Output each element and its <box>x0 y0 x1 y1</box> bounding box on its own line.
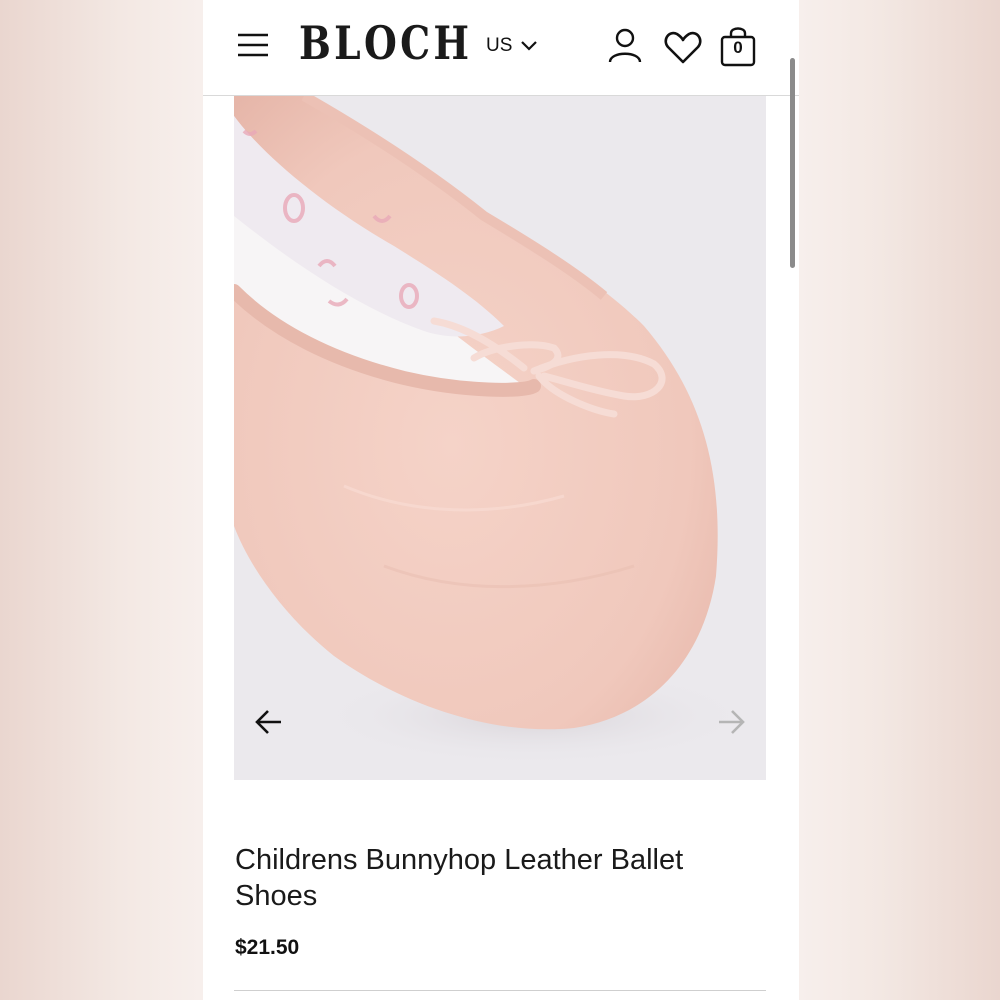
region-label: US <box>486 35 513 56</box>
ballet-shoe-image <box>234 96 754 766</box>
site-header: BLOCH US 0 <box>203 0 799 96</box>
product-title: Childrens Bunnyhop Leather Ballet Shoes <box>235 844 684 912</box>
product-price: $21.50 <box>235 936 300 959</box>
hamburger-menu-icon[interactable] <box>237 32 269 58</box>
heart-icon[interactable] <box>663 31 703 65</box>
arrow-left-icon[interactable] <box>254 708 284 736</box>
section-divider <box>234 990 766 991</box>
chevron-down-icon <box>521 41 538 51</box>
brand-logo[interactable]: BLOCH <box>299 16 472 70</box>
region-selector[interactable]: US <box>486 33 538 59</box>
product-image-gallery[interactable] <box>234 96 766 780</box>
mobile-page: BLOCH US 0 Childrens Bunnyhop Leather Ba… <box>203 0 799 1000</box>
account-icon[interactable] <box>607 27 643 65</box>
cart-count-badge: 0 <box>733 38 743 57</box>
scrollbar-thumb[interactable] <box>790 58 795 268</box>
arrow-right-icon[interactable] <box>716 708 746 736</box>
cart-button[interactable]: 0 <box>720 24 756 68</box>
